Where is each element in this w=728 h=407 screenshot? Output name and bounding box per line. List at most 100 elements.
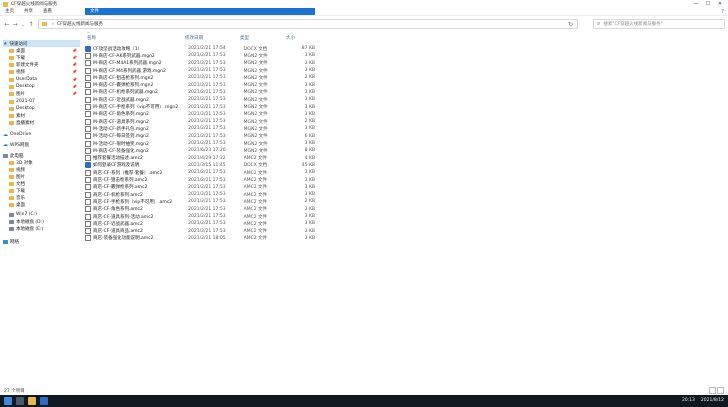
file-row[interactable]: 商店-CF-角色系列.amc2 2021/2/21 17:53 AMC2 文件 3 K… [85, 206, 315, 213]
desktop-icon [9, 202, 14, 207]
column-header-date[interactable]: 修改日期 [185, 34, 203, 42]
sidebar-item[interactable]: 素材 [9, 112, 80, 119]
recent-dropdown-icon[interactable]: ⌄ [19, 22, 27, 27]
sidebar-item[interactable]: Win7 (C:) [9, 211, 80, 218]
file-row[interactable]: M-活动-CF-新手礼包.mgn2 2021/2/21 17:53 MGN2 文件 3… [85, 125, 315, 132]
clock-time[interactable]: 20:13 [682, 395, 695, 407]
close-button[interactable]: ✕ [714, 0, 726, 8]
file-row[interactable]: M-商店-CF-M4A1系列武器.mgn2 2021/2/21 17:53 MGN2… [85, 60, 315, 67]
sidebar-item[interactable]: 下载 📌 [9, 54, 80, 61]
up-arrow-icon[interactable]: ↑ [27, 21, 35, 28]
file-row[interactable]: 商店-CF-手枪系列（vip不可用）.amc2 2021/2/21 17:53 AM… [85, 198, 315, 205]
file-row[interactable]: M-活动-CF-每日签到.mgn2 2021/2/21 17:53 MGN2 文件 6… [85, 133, 315, 140]
taskbar: 20:13 2021/8/12 [0, 395, 728, 407]
breadcrumb[interactable]: CF穿越火线新闻与服务 [57, 21, 103, 27]
sidebar-item-label: 素材 [16, 113, 25, 119]
file-row[interactable]: M-商店-CF-角色系列.mgn2 2021/2/21 17:53 MGN2 文件 3… [85, 111, 315, 118]
details-view-icon[interactable] [709, 387, 716, 394]
clock-date[interactable]: 2021/8/12 [701, 395, 724, 407]
sidebar-item[interactable]: 此电脑 [3, 152, 80, 159]
folder-icon [9, 62, 14, 67]
file-row[interactable]: M-商店-CF-装备强化.mgn2 2021/6/23 17:20 MGN2 文件 8… [85, 147, 315, 154]
sidebar-item[interactable]: 本地磁盘 (E:) [9, 225, 80, 232]
pin-icon[interactable]: 📌 [72, 55, 77, 60]
column-header-type[interactable]: 类型 [240, 34, 249, 42]
file-row[interactable]: 商店-CF-近战武器.amc2 2021/2/21 17:53 AMC2 文件 3 K… [85, 220, 315, 227]
back-arrow-icon[interactable]: ← [3, 21, 11, 28]
browser-icon[interactable] [40, 397, 48, 405]
sidebar-item[interactable]: 3D 对象 [9, 159, 80, 166]
search-input[interactable]: ⌕ 搜索"CF穿越火线新闻与服务" [593, 19, 725, 29]
breadcrumb-separator-icon[interactable]: › [52, 22, 54, 27]
file-explorer-icon[interactable] [28, 397, 36, 405]
file-row[interactable]: 商店-CF-道具系列-活动.amc2 2021/2/21 17:53 AMC2 文件… [85, 213, 315, 220]
file-row[interactable]: 商店-CF-系列（推荐·套餐）.amc2 2021/2/21 17:53 AMC2 … [85, 169, 315, 176]
sidebar-item[interactable]: 音乐 [9, 194, 80, 201]
file-row[interactable]: M-商店-CF-AK系列武器.mgn2 2021/2/21 17:53 MGN2 文… [85, 52, 315, 59]
sidebar-item[interactable]: 2021-07 [9, 98, 80, 105]
sidebar-item[interactable]: ☁ WPS网盘 [3, 141, 80, 148]
sidebar-item[interactable]: 本地磁盘 (D:) [9, 218, 80, 225]
file-date: 2021/2/21 18:05 [188, 235, 226, 241]
pin-icon[interactable]: 📌 [72, 62, 77, 67]
refresh-icon[interactable]: ↻ [568, 21, 573, 28]
file-row[interactable]: 商店-CF-机枪系列.amc2 2021/2/21 17:53 AMC2 文件 3 K… [85, 191, 315, 198]
sidebar-item[interactable]: 文档 [9, 180, 80, 187]
maximize-button[interactable]: ☐ [702, 0, 714, 8]
status-bar: 27 个项目 [0, 386, 728, 395]
word-document-icon [85, 45, 91, 52]
large-icons-view-icon[interactable] [717, 387, 724, 394]
windows-start-icon[interactable] [4, 397, 12, 405]
sidebar-item[interactable]: 桌面 [9, 201, 80, 208]
file-row[interactable]: M-商店-CF-近战武器.mgn2 2021/2/21 17:53 MGN2 文件 3… [85, 96, 315, 103]
help-icon[interactable]: ? [721, 8, 724, 16]
sidebar-item[interactable]: Desktop 📌 [9, 83, 80, 90]
file-row[interactable]: M-活动-CF-限时抽奖.mgn2 2021/2/21 17:53 MGN2 文件 3… [85, 140, 315, 147]
sidebar-item[interactable]: 图片 📌 [9, 90, 80, 97]
file-row[interactable]: M-商店-CF-霰弹枪系列.mgn2 2021/2/21 17:53 MGN2 文件… [85, 82, 315, 89]
sidebar-item[interactable]: ☁ OneDrive [3, 131, 80, 138]
sidebar-item[interactable]: 图片 [9, 173, 80, 180]
tab-view[interactable]: 查看 [38, 8, 57, 16]
file-name: 商店-CF-道具商品.amc2 [93, 229, 143, 235]
tab-home[interactable]: 主页 [0, 8, 19, 16]
minimize-button[interactable]: — [690, 0, 702, 8]
sidebar-item[interactable]: ★ 快速访问 [3, 40, 80, 47]
sidebar-item[interactable]: 视频 📌 [9, 68, 80, 75]
sidebar-item[interactable]: 直播素材 [9, 119, 80, 126]
file-row[interactable]: M-商店-CF M4系列武器 游戏.mgn2 2021/2/21 17:53 MGN… [85, 67, 315, 74]
file-row[interactable]: M-商店-CF-手枪系列（vip不可用）.mgn2 2021/2/21 17:53… [85, 103, 315, 111]
file-row[interactable]: 如何登录CF游戏及说明 2021/3/15 11:45 DOCX 文档 45 KB [85, 162, 315, 169]
sidebar-item[interactable]: Desktop [9, 105, 80, 112]
pin-icon[interactable]: 📌 [72, 77, 77, 82]
sidebar-item[interactable]: UserData 📌 [9, 76, 80, 83]
column-header-name[interactable]: 名称 [87, 34, 96, 42]
file-size: 3 KB [304, 192, 315, 198]
sidebar-item[interactable]: 下载 [9, 187, 80, 194]
file-row[interactable]: 商店-CF-道具商品.amc2 2021/2/21 17:53 AMC2 文件 3 K… [85, 228, 315, 235]
file-row[interactable]: M-商店-CF-狙击枪系列.mgn2 2021/2/21 17:53 MGN2 文件… [85, 74, 315, 81]
column-header-size[interactable]: 大小 [286, 34, 295, 42]
search-icon[interactable] [16, 397, 24, 405]
sidebar-item[interactable]: 网络 [3, 238, 80, 245]
file-row[interactable]: M-商店-CF-道具系列.mgn2 2021/2/21 17:53 MGN2 文件 2… [85, 118, 315, 125]
pin-icon[interactable]: 📌 [72, 48, 77, 53]
sidebar-item[interactable]: 视频 [9, 166, 80, 173]
forward-arrow-icon[interactable]: → [11, 21, 19, 28]
sidebar-item-label: 快速访问 [9, 41, 28, 47]
file-row[interactable]: 商店-装备强化功能说明.amc2 2021/2/21 18:05 AMC2 文件 3 … [85, 235, 315, 242]
file-row[interactable]: 商店-CF-霰弹枪系列.amc2 2021/2/21 17:53 AMC2 文件 3 … [85, 184, 315, 191]
file-row[interactable]: 商店-CF-狙击枪系列.amc2 2021/2/21 17:53 AMC2 文件 3 … [85, 176, 315, 184]
file-row[interactable]: CF攻坚战活动攻略（1） 2021/2/21 17:54 DOCX 文档 87 KB [85, 45, 315, 52]
file-date: 2021/2/21 17:53 [188, 97, 226, 103]
file-row[interactable]: 推荐套餐活动描述.amc2 2021/4/29 17:32 AMC2 文件 4 KB [85, 155, 315, 162]
sidebar-item[interactable]: 新建文件夹 📌 [9, 61, 80, 68]
pin-icon[interactable]: 📌 [72, 84, 77, 89]
pin-icon[interactable]: 📌 [72, 91, 77, 96]
tab-file[interactable]: 文件 [85, 7, 315, 16]
pin-icon[interactable]: 📌 [72, 69, 77, 74]
tab-share[interactable]: 共享 [19, 8, 38, 16]
file-row[interactable]: M-商店-CF-机枪系列武器.mgn2 2021/2/21 17:53 MGN2 文… [85, 89, 315, 96]
sidebar-item[interactable]: 桌面 📌 [9, 47, 80, 54]
address-bar[interactable]: › CF穿越火线新闻与服务 ↻ [38, 19, 578, 29]
